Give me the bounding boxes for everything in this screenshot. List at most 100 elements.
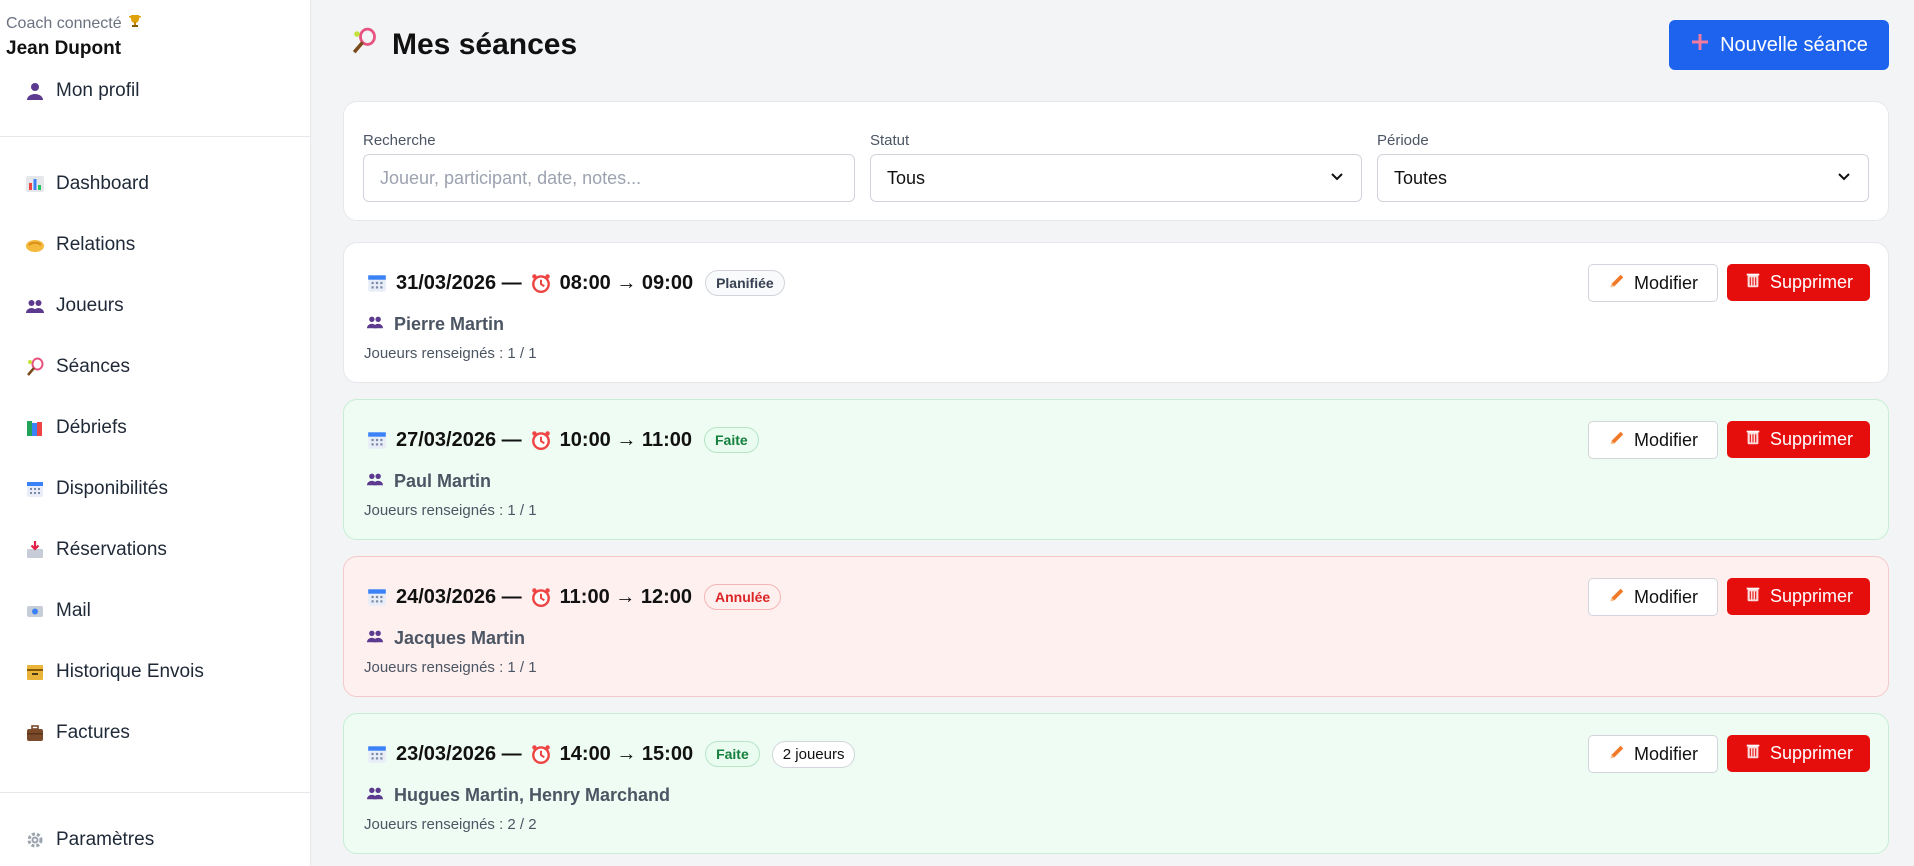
session-header: 24/03/2026 — 11:00 → 12:00 Annulée bbox=[366, 581, 782, 613]
pencil-icon bbox=[1608, 272, 1626, 295]
user-icon bbox=[24, 80, 46, 102]
users-icon bbox=[366, 627, 384, 650]
pencil-icon bbox=[1608, 586, 1626, 609]
status-select[interactable]: Tous bbox=[870, 154, 1362, 202]
coach-name: Jean Dupont bbox=[6, 38, 122, 59]
calendar-icon bbox=[366, 429, 388, 451]
sidebar-item-dashboard[interactable]: Dashboard bbox=[24, 169, 149, 199]
archive-icon bbox=[24, 661, 46, 683]
session-card: 31/03/2026 — 08:00 → 09:00 Planifiée Pie… bbox=[343, 242, 1889, 383]
calendar-icon bbox=[24, 478, 46, 500]
users-icon bbox=[366, 313, 384, 336]
session-date: 23/03/2026 — bbox=[396, 742, 522, 765]
coach-label: Coach connecté bbox=[6, 13, 143, 34]
pencil-icon bbox=[1608, 429, 1626, 452]
chevron-down-icon bbox=[1836, 168, 1852, 189]
bar-chart-icon bbox=[24, 173, 46, 195]
status-badge: Faite bbox=[703, 427, 759, 453]
trash-icon bbox=[1744, 271, 1762, 294]
period-label: Période bbox=[1377, 132, 1429, 149]
session-time: 14:00 → 15:00 bbox=[559, 742, 694, 765]
sidebar-item-invoices[interactable]: Factures bbox=[24, 718, 130, 748]
session-date: 27/03/2026 — bbox=[396, 428, 522, 451]
status-label: Statut bbox=[870, 132, 910, 149]
search-input[interactable]: Joueur, participant, date, notes... bbox=[363, 154, 855, 202]
racket-icon bbox=[24, 356, 46, 378]
alarm-clock-icon bbox=[530, 272, 552, 294]
edit-button[interactable]: Modifier bbox=[1588, 421, 1718, 459]
period-select[interactable]: Toutes bbox=[1377, 154, 1869, 202]
trash-icon bbox=[1744, 742, 1762, 765]
session-time: 08:00 → 09:00 bbox=[559, 271, 694, 294]
session-meta: Joueurs renseignés : 1 / 1 bbox=[364, 659, 537, 676]
session-players: Pierre Martin bbox=[366, 313, 504, 336]
users-icon bbox=[366, 784, 384, 807]
session-card: 23/03/2026 — 14:00 → 15:00 Faite 2 joueu… bbox=[343, 713, 1889, 854]
player-count-badge: 2 joueurs bbox=[771, 740, 856, 768]
session-meta: Joueurs renseignés : 1 / 1 bbox=[364, 345, 537, 362]
session-header: 23/03/2026 — 14:00 → 15:00 Faite 2 joueu… bbox=[366, 738, 856, 770]
sidebar-item-profile[interactable]: Mon profil bbox=[24, 76, 139, 106]
racket-icon bbox=[350, 26, 378, 64]
sidebar-item-settings[interactable]: Paramètres bbox=[24, 825, 154, 855]
delete-button[interactable]: Supprimer bbox=[1727, 735, 1870, 772]
sidebar-item-reservations[interactable]: Réservations bbox=[24, 535, 167, 565]
sidebar-divider bbox=[0, 136, 311, 137]
handshake-icon bbox=[24, 234, 46, 256]
filters-card: Recherche Joueur, participant, date, not… bbox=[343, 101, 1889, 221]
edit-button[interactable]: Modifier bbox=[1588, 578, 1718, 616]
sidebar-item-availability[interactable]: Disponibilités bbox=[24, 474, 168, 504]
delete-button[interactable]: Supprimer bbox=[1727, 421, 1870, 458]
alarm-clock-icon bbox=[530, 743, 552, 765]
sidebar: Coach connecté Jean Dupont Mon profil Da… bbox=[0, 0, 311, 866]
trash-icon bbox=[1744, 585, 1762, 608]
session-players: Hugues Martin, Henry Marchand bbox=[366, 784, 670, 807]
users-icon bbox=[24, 295, 46, 317]
search-label: Recherche bbox=[363, 132, 436, 149]
alarm-clock-icon bbox=[530, 429, 552, 451]
session-header: 31/03/2026 — 08:00 → 09:00 Planifiée bbox=[366, 267, 785, 299]
status-badge: Planifiée bbox=[705, 270, 785, 296]
trash-icon bbox=[1744, 428, 1762, 451]
delete-button[interactable]: Supprimer bbox=[1727, 578, 1870, 615]
session-players: Jacques Martin bbox=[366, 627, 525, 650]
new-session-button[interactable]: Nouvelle séance bbox=[1669, 20, 1889, 70]
status-badge: Annulée bbox=[703, 584, 782, 610]
session-header: 27/03/2026 — 10:00 → 11:00 Faite bbox=[366, 424, 759, 456]
calendar-icon bbox=[366, 586, 388, 608]
sidebar-item-relations[interactable]: Relations bbox=[24, 230, 135, 260]
trophy-icon bbox=[127, 13, 143, 34]
session-meta: Joueurs renseignés : 1 / 1 bbox=[364, 502, 537, 519]
session-players: Paul Martin bbox=[366, 470, 491, 493]
session-meta: Joueurs renseignés : 2 / 2 bbox=[364, 816, 537, 833]
session-card: 27/03/2026 — 10:00 → 11:00 Faite Paul Ma… bbox=[343, 399, 1889, 540]
session-time: 11:00 → 12:00 bbox=[559, 585, 692, 608]
session-date: 24/03/2026 — bbox=[396, 585, 522, 608]
alarm-clock-icon bbox=[530, 586, 552, 608]
inbox-icon bbox=[24, 539, 46, 561]
calendar-icon bbox=[366, 743, 388, 765]
gear-icon bbox=[24, 829, 46, 851]
session-time: 10:00 → 11:00 bbox=[559, 428, 692, 451]
users-icon bbox=[366, 470, 384, 493]
sidebar-item-sessions[interactable]: Séances bbox=[24, 352, 130, 382]
session-date: 31/03/2026 — bbox=[396, 271, 522, 294]
plus-icon bbox=[1690, 32, 1710, 58]
session-card: 24/03/2026 — 11:00 → 12:00 Annulée Jacqu… bbox=[343, 556, 1889, 697]
status-badge: Faite bbox=[705, 741, 760, 767]
pencil-icon bbox=[1608, 743, 1626, 766]
page-title: Mes séances bbox=[350, 26, 577, 64]
briefcase-icon bbox=[24, 722, 46, 744]
edit-button[interactable]: Modifier bbox=[1588, 735, 1718, 773]
mail-icon bbox=[24, 600, 46, 622]
sidebar-item-send-history[interactable]: Historique Envois bbox=[24, 657, 204, 687]
sidebar-item-mail[interactable]: Mail bbox=[24, 596, 91, 626]
sidebar-item-debriefs[interactable]: Débriefs bbox=[24, 413, 127, 443]
sidebar-item-players[interactable]: Joueurs bbox=[24, 291, 124, 321]
calendar-icon bbox=[366, 272, 388, 294]
chevron-down-icon bbox=[1329, 168, 1345, 189]
sidebar-divider bbox=[0, 792, 311, 793]
books-icon bbox=[24, 417, 46, 439]
edit-button[interactable]: Modifier bbox=[1588, 264, 1718, 302]
delete-button[interactable]: Supprimer bbox=[1727, 264, 1870, 301]
